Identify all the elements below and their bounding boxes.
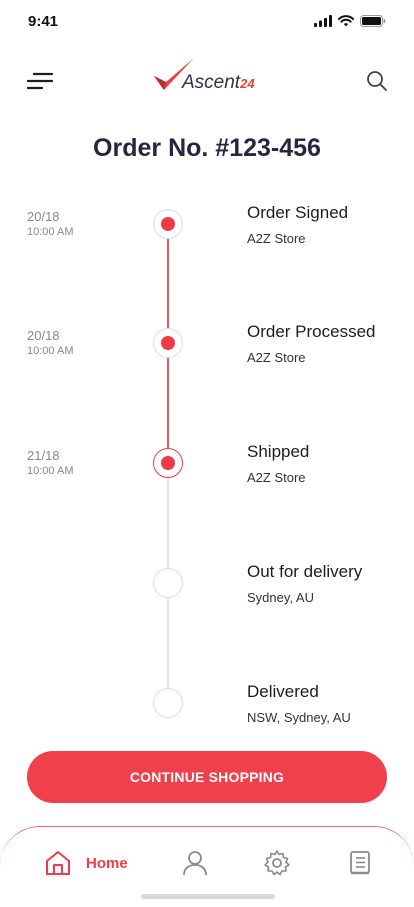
search-button[interactable] [366,70,388,92]
nav-item-orders[interactable] [348,847,372,879]
menu-button[interactable] [26,70,54,92]
step-location: A2Z Store [247,231,306,246]
timeline-step-order-signed: 20/18 10:00 AM Order Signed A2Z Store [0,195,414,295]
step-title: Delivered [247,682,319,701]
home-indicator [141,894,275,899]
step-title: Out for delivery [247,562,363,581]
nav-label-home: Home [86,854,128,872]
step-title: Order Signed [247,203,349,222]
cellular-signal-icon [314,15,332,27]
continue-shopping-button[interactable]: CONTINUE SHOPPING [27,751,387,803]
step-date: 20/18 [27,328,60,343]
logo-wordmark: Ascent24 [182,72,255,94]
status-icons [314,15,386,27]
nav-item-settings[interactable] [263,847,291,879]
step-time: 10:00 AM [27,226,74,238]
step-date: 20/18 [27,209,60,224]
step-status-dot [153,688,183,718]
order-timeline: 20/18 10:00 AM Order Signed A2Z Store 20… [0,180,414,725]
home-icon [46,851,70,875]
wifi-icon [338,15,354,27]
page-title: Order No. #123-456 [93,134,321,162]
step-location: A2Z Store [247,470,306,485]
gear-icon [264,850,290,876]
app-header: Ascent24 [0,52,414,108]
status-bar: 9:41 [0,0,414,44]
step-location: Sydney, AU [247,590,314,605]
logo-number: 24 [240,76,255,91]
logo-text: Ascent [182,72,241,93]
timeline-step-shipped: 21/18 10:00 AM Shipped A2Z Store [0,434,414,534]
document-list-icon [350,851,370,875]
menu-icon [26,72,54,90]
step-status-dot [153,328,183,358]
step-status-dot [153,568,183,598]
nav-item-profile[interactable] [181,847,209,879]
step-status-dot [153,209,183,239]
step-location: A2Z Store [247,350,306,365]
timeline-step-out-for-delivery: Out for delivery Sydney, AU [0,554,414,654]
timeline-step-order-processed: 20/18 10:00 AM Order Processed A2Z Store [0,314,414,414]
user-icon [183,851,207,876]
step-date: 21/18 [27,448,60,463]
step-status-dot [153,448,183,478]
step-location: NSW, Sydney, AU [247,710,351,725]
step-time: 10:00 AM [27,465,74,477]
nav-item-home[interactable]: Home [44,847,128,879]
step-time: 10:00 AM [27,345,74,357]
step-title: Order Processed [247,322,376,341]
brand-logo: Ascent24 [150,56,270,98]
step-title: Shipped [247,442,310,461]
search-icon [367,71,387,91]
battery-icon [360,15,386,27]
status-time: 9:41 [28,13,59,30]
